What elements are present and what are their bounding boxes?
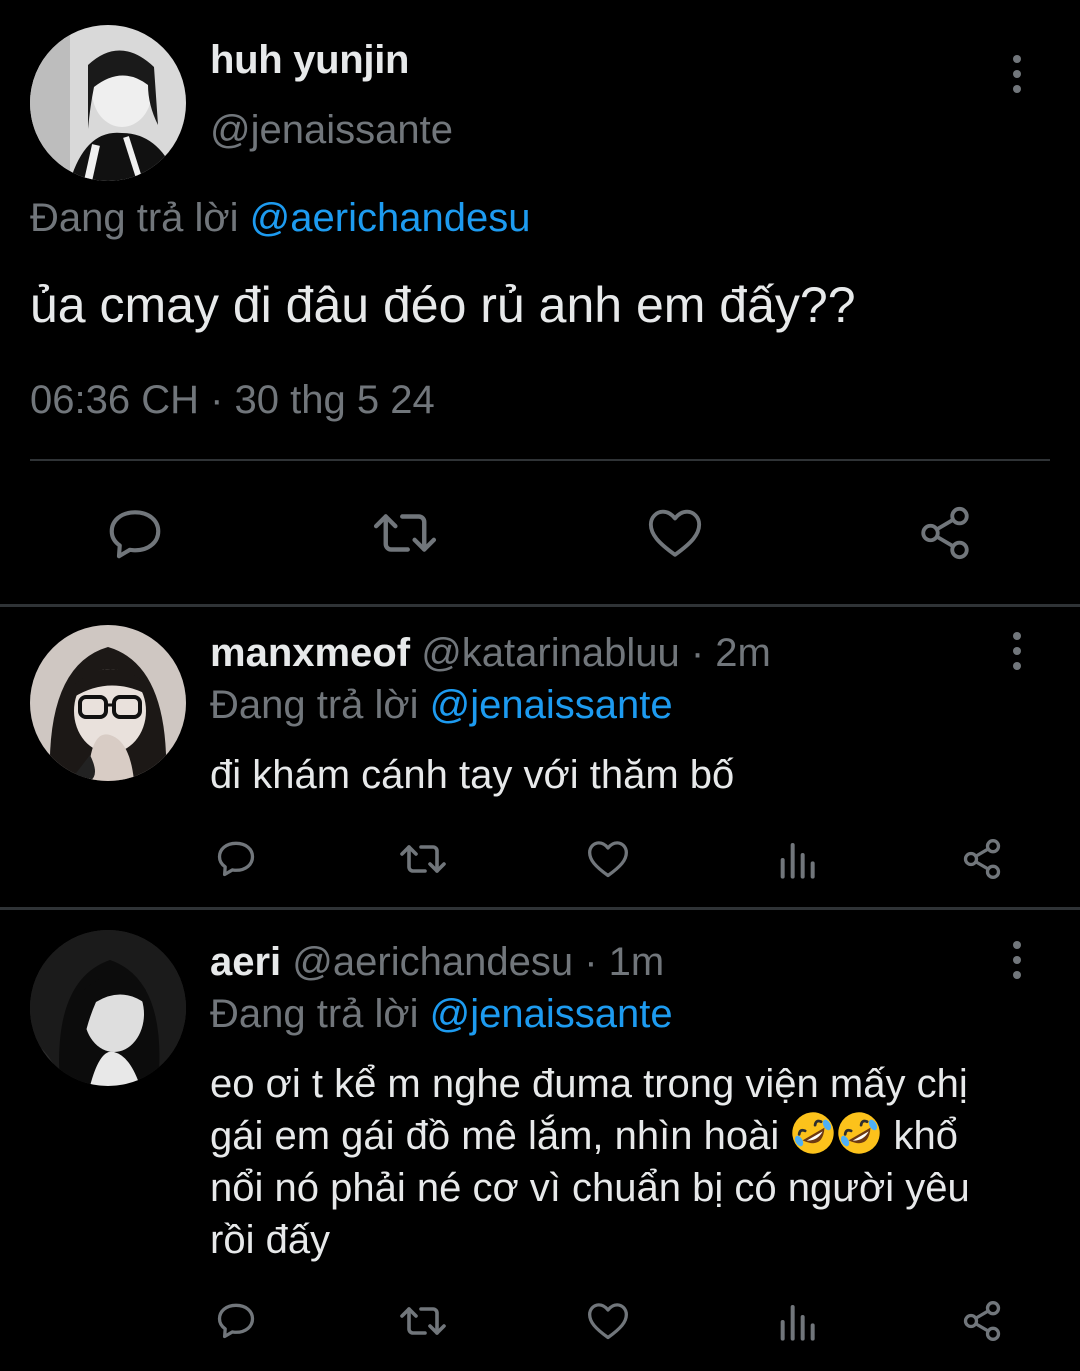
like-icon[interactable]: [586, 838, 630, 880]
retweet-icon[interactable]: [398, 839, 448, 879]
like-icon[interactable]: [586, 1300, 630, 1342]
replying-prefix: Đang trả lời: [210, 683, 419, 727]
views-icon[interactable]: [776, 1302, 816, 1342]
tweet-text: đi khám cánh tay với thăm bố: [210, 753, 735, 797]
reply-header: aeri @aerichandesu · 1m: [210, 940, 664, 985]
tweet-text-line: rồi đấy: [210, 1218, 331, 1262]
tweet-text: ủa cmay đi đâu đéo rủ anh em đấy??: [30, 277, 856, 333]
author-name[interactable]: huh yunjin: [210, 38, 410, 83]
main-tweet: huh yunjin @jenaissante Đang trả lời @ae…: [0, 0, 1080, 604]
share-icon[interactable]: [960, 1299, 1004, 1343]
divider: [30, 459, 1050, 461]
reply-icon[interactable]: [214, 1298, 258, 1342]
replying-mention-link[interactable]: @jenaissante: [430, 992, 673, 1036]
replying-to: Đang trả lời @jenaissante: [210, 683, 673, 728]
views-icon[interactable]: [776, 840, 816, 880]
share-icon[interactable]: [960, 837, 1004, 881]
tweet-text-line: nổi nó phải né cơ vì chuẩn bị có người y…: [210, 1166, 970, 1210]
tweet-text-line: eo ơi t kể m nghe đuma trong viện mấy ch…: [210, 1062, 968, 1106]
author-meta[interactable]: @katarinabluu · 2m: [421, 631, 771, 675]
rolling-on-floor-laughing-emoji: [792, 1112, 835, 1154]
author-handle[interactable]: @jenaissante: [210, 108, 453, 153]
retweet-icon[interactable]: [398, 1301, 448, 1341]
retweet-icon[interactable]: [372, 505, 438, 561]
more-options-icon[interactable]: [997, 621, 1037, 681]
avatar-photo: [30, 25, 186, 181]
share-icon[interactable]: [916, 504, 974, 562]
author-meta[interactable]: @aerichandesu · 1m: [292, 940, 664, 984]
rolling-on-floor-laughing-emoji: [838, 1112, 881, 1154]
reply-header: manxmeof @katarinabluu · 2m: [210, 631, 771, 676]
reply-icon[interactable]: [214, 836, 258, 880]
tweet-text: eo ơi t kể m nghe đuma trong viện mấy ch…: [210, 1058, 1050, 1266]
tweet-text-line: gái em gái đồ mê lắm, nhìn hoài khổ: [210, 1110, 1050, 1162]
reply-tweet[interactable]: manxmeof @katarinabluu · 2m Đang trả lời…: [0, 607, 1080, 907]
replying-mention-link[interactable]: @aerichandesu: [250, 196, 531, 240]
reply-tweet[interactable]: aeri @aerichandesu · 1m Đang trả lời @je…: [0, 910, 1080, 1371]
avatar[interactable]: [30, 625, 186, 781]
reply-icon[interactable]: [104, 502, 166, 564]
avatar[interactable]: [30, 25, 186, 181]
replying-to: Đang trả lời @jenaissante: [210, 992, 673, 1037]
tweet-timestamp[interactable]: 06:36 CH · 30 thg 5 24: [30, 378, 435, 423]
more-options-icon[interactable]: [997, 930, 1037, 990]
replying-prefix: Đang trả lời: [30, 196, 239, 240]
more-options-icon[interactable]: [997, 44, 1037, 104]
replying-to: Đang trả lời @aerichandesu: [30, 196, 530, 241]
replying-prefix: Đang trả lời: [210, 992, 419, 1036]
replying-mention-link[interactable]: @jenaissante: [430, 683, 673, 727]
avatar[interactable]: [30, 930, 186, 1086]
author-name[interactable]: aeri: [210, 940, 281, 984]
author-name[interactable]: manxmeof: [210, 631, 410, 675]
like-icon[interactable]: [646, 505, 704, 561]
avatar-photo: [30, 930, 186, 1086]
avatar-photo: [30, 625, 186, 781]
